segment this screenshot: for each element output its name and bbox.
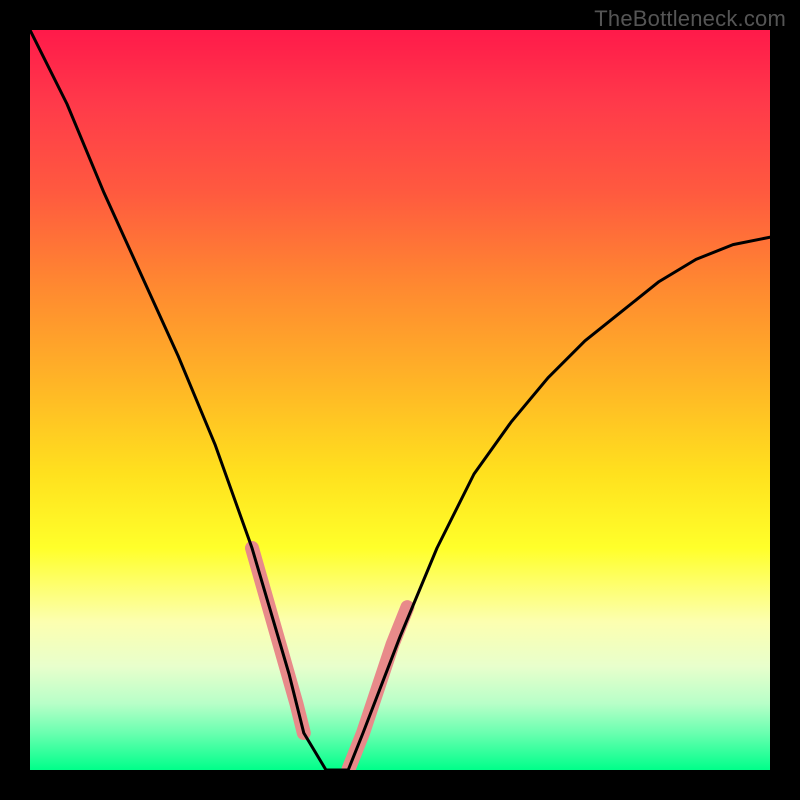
highlight-layer xyxy=(252,548,407,770)
bottleneck-curve-path xyxy=(30,30,770,770)
chart-svg xyxy=(30,30,770,770)
plot-area xyxy=(30,30,770,770)
curve-layer xyxy=(30,30,770,770)
watermark-text: TheBottleneck.com xyxy=(594,6,786,32)
